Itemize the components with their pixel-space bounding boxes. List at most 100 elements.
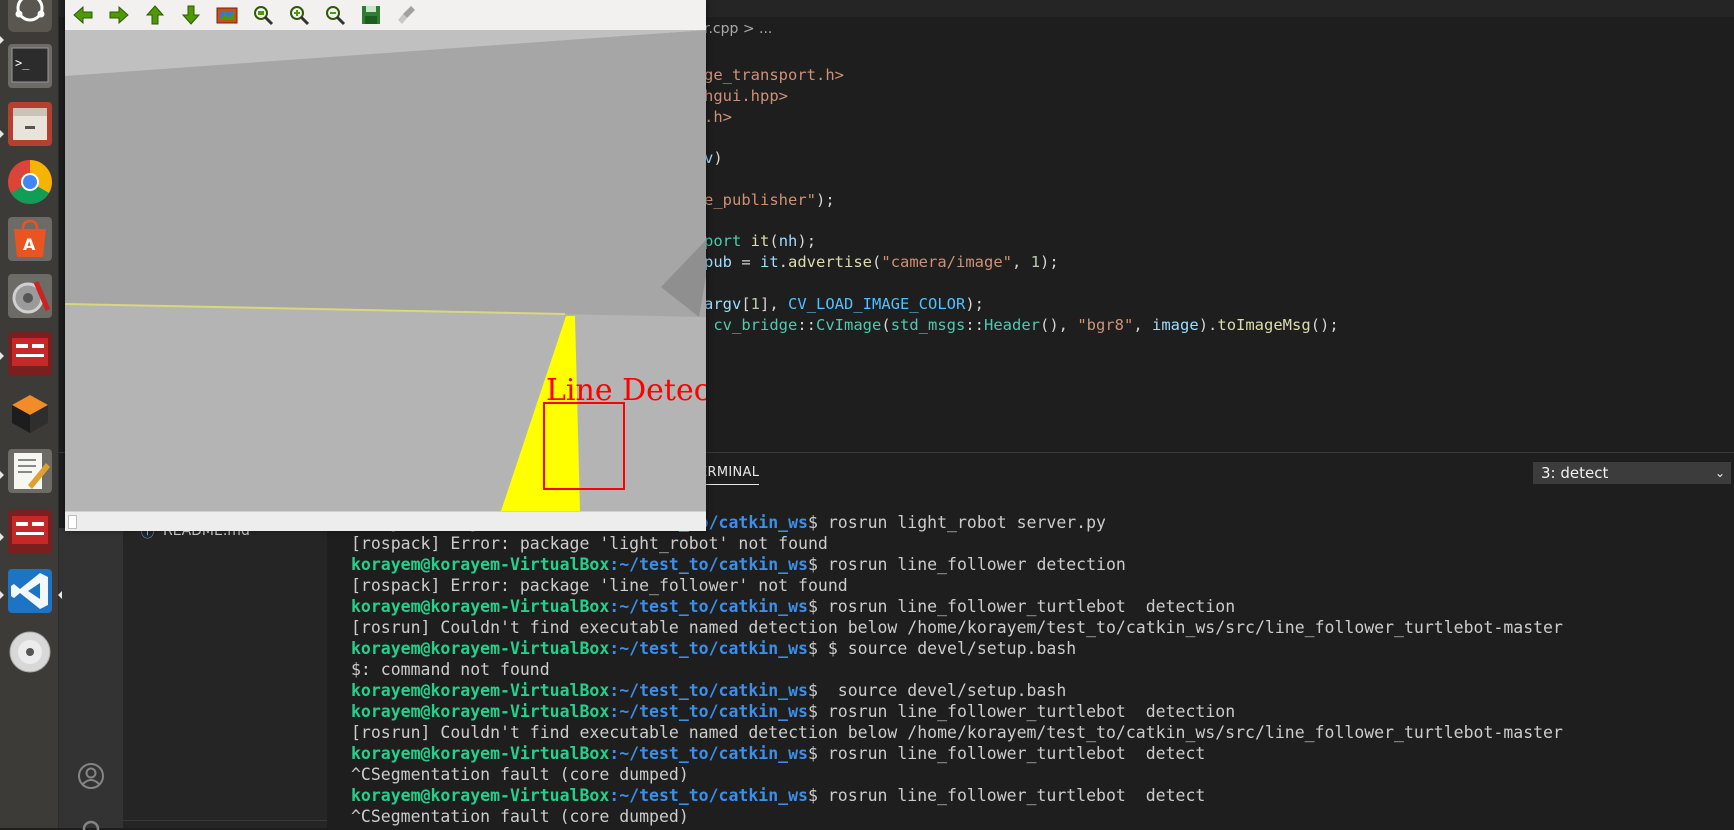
files-icon[interactable] bbox=[6, 100, 54, 148]
explorer-sidebar: ⓘ README.md bbox=[123, 523, 327, 828]
code-token: :: bbox=[965, 315, 985, 334]
ubuntu-dash-icon[interactable] bbox=[6, 0, 54, 34]
tab-terminal[interactable]: ERMINAL bbox=[699, 465, 760, 485]
box-app-icon[interactable] bbox=[6, 389, 54, 437]
chevron-down-icon: ⌄ bbox=[1714, 466, 1725, 480]
running-indicator bbox=[0, 471, 4, 479]
prompt-path: :~/test_to/catkin_ws bbox=[609, 702, 808, 721]
code-token: advertise bbox=[788, 253, 873, 272]
terminal-line: korayem@korayem-VirtualBox:~/test_to/cat… bbox=[351, 785, 1711, 806]
prompt-user: korayem@korayem-VirtualBox bbox=[351, 681, 610, 700]
zoom-out-icon[interactable] bbox=[323, 3, 347, 27]
prompt-user: korayem@korayem-VirtualBox bbox=[351, 786, 610, 805]
code-line: pub = it.advertise("camera/image", 1); bbox=[704, 251, 1059, 273]
svg-text:>_: >_ bbox=[15, 56, 30, 70]
terminal-line: $: command not found bbox=[351, 660, 550, 679]
code-token: "bgr8" bbox=[1077, 315, 1134, 334]
prompt-path: :~/test_to/catkin_ws bbox=[609, 639, 808, 658]
image-icon[interactable] bbox=[215, 3, 239, 27]
code-token: = bbox=[732, 253, 760, 272]
prompt-command: $ rosrun line_follower_turtlebot detect bbox=[807, 744, 1206, 763]
code-token: (), bbox=[1040, 315, 1078, 334]
code-token: , bbox=[1133, 315, 1153, 334]
terminal-select[interactable]: 3: detect ⌄ bbox=[1533, 462, 1731, 484]
arrow-down-icon[interactable] bbox=[179, 3, 203, 27]
code-token: it bbox=[750, 232, 770, 251]
prompt-user: korayem@korayem-VirtualBox bbox=[351, 744, 610, 763]
chrome-icon[interactable] bbox=[6, 158, 54, 206]
dvd-icon[interactable] bbox=[6, 628, 54, 676]
code-token: :: bbox=[797, 315, 817, 334]
terminal-line: [rosrun] Couldn't find executable named … bbox=[351, 618, 1563, 637]
terminal-output[interactable]: korayem@korayem-VirtualBox:~/test_to/cat… bbox=[351, 512, 1711, 828]
image-viewer-window[interactable]: Line Detected bbox=[65, 0, 706, 531]
sidebar-divider bbox=[123, 820, 327, 821]
prompt-command: $ $ source devel/setup.bash bbox=[807, 639, 1077, 658]
terminal-line: [rospack] Error: package 'light_robot' n… bbox=[351, 534, 828, 553]
vscode-icon[interactable] bbox=[6, 567, 54, 615]
terminal-line: ^CSegmentation fault (core dumped) bbox=[351, 807, 689, 826]
code-token: ( bbox=[769, 232, 779, 251]
prompt-command: $ rosrun line_follower detection bbox=[807, 555, 1126, 574]
code-token: pub bbox=[704, 253, 732, 272]
zoom-in-icon[interactable] bbox=[287, 3, 311, 27]
code-line: argv[1], CV_LOAD_IMAGE_COLOR); bbox=[704, 293, 984, 315]
app-window-icon-2[interactable] bbox=[6, 508, 54, 556]
code-line: port it(nh); bbox=[704, 230, 816, 252]
code-token: , bbox=[1012, 253, 1031, 272]
detection-label: Line Detected bbox=[546, 373, 706, 408]
code-token: ); bbox=[965, 294, 984, 313]
app-window-icon[interactable] bbox=[6, 330, 54, 378]
terminal-icon[interactable]: >_ bbox=[6, 42, 54, 90]
code-editor[interactable]: ge_transport.h> hgui.hpp> .h> v) e_publisher… bbox=[704, 64, 1734, 452]
prompt-command: $ source devel/setup.bash bbox=[807, 681, 1067, 700]
prompt-user: korayem@korayem-VirtualBox bbox=[351, 555, 610, 574]
code-token: . bbox=[778, 253, 789, 272]
code-token: ); bbox=[815, 190, 835, 209]
code-token: ) bbox=[713, 149, 723, 168]
code-token: argv bbox=[704, 294, 742, 313]
arrow-right-icon[interactable] bbox=[107, 3, 131, 27]
account-icon[interactable] bbox=[76, 761, 106, 791]
code-token: hgui.hpp> bbox=[704, 86, 788, 105]
arrow-up-icon[interactable] bbox=[143, 3, 167, 27]
code-line: ge_transport.h> bbox=[704, 64, 844, 86]
prompt-user: korayem@korayem-VirtualBox bbox=[351, 597, 610, 616]
code-token: cv_bridge bbox=[713, 315, 798, 334]
code-token: it bbox=[760, 253, 779, 272]
prompt-path: :~/test_to/catkin_ws bbox=[609, 555, 808, 574]
viewer-statusbar bbox=[65, 511, 706, 531]
system-settings-icon[interactable] bbox=[6, 272, 54, 320]
running-indicator bbox=[0, 36, 4, 44]
prompt-path: :~/test_to/catkin_ws bbox=[609, 597, 808, 616]
code-token: ], bbox=[760, 294, 789, 313]
code-token: CvImage bbox=[816, 315, 882, 334]
save-icon[interactable] bbox=[359, 3, 383, 27]
code-token: ); bbox=[1040, 253, 1059, 272]
terminal-select-value: 3: detect bbox=[1541, 464, 1609, 482]
breadcrumb[interactable]: r.cpp > ... bbox=[704, 17, 1734, 41]
software-center-icon[interactable]: A bbox=[6, 215, 54, 263]
focus-indicator bbox=[58, 591, 62, 599]
zoom-fit-icon[interactable] bbox=[251, 3, 275, 27]
terminal-line: ^CSegmentation fault (core dumped) bbox=[351, 765, 689, 784]
terminal-line: korayem@korayem-VirtualBox:~/test_to/cat… bbox=[351, 743, 1711, 764]
terminal-line: korayem@korayem-VirtualBox:~/test_to/cat… bbox=[351, 701, 1711, 722]
prompt-user: korayem@korayem-VirtualBox bbox=[351, 702, 610, 721]
code-token: ( bbox=[872, 253, 882, 272]
terminal-line: korayem@korayem-VirtualBox:~/test_to/cat… bbox=[351, 596, 1711, 617]
code-line: hgui.hpp> bbox=[704, 85, 788, 107]
brush-icon[interactable] bbox=[395, 3, 419, 27]
code-token: [ bbox=[741, 294, 751, 313]
detection-image: Line Detected bbox=[65, 30, 706, 511]
terminal-line: [rospack] Error: package 'line_follower'… bbox=[351, 576, 848, 595]
arrow-left-icon[interactable] bbox=[71, 3, 95, 27]
code-token: ( bbox=[881, 315, 891, 334]
ubuntu-launcher: >_ A bbox=[0, 0, 62, 828]
text-editor-icon[interactable] bbox=[6, 447, 54, 495]
code-token: nh bbox=[778, 232, 798, 251]
running-indicator bbox=[0, 130, 4, 138]
code-line: cv_bridge::CvImage(std_msgs::Header(), "… bbox=[704, 314, 1338, 336]
resize-grip[interactable] bbox=[68, 515, 77, 529]
code-line: v) bbox=[704, 147, 723, 169]
